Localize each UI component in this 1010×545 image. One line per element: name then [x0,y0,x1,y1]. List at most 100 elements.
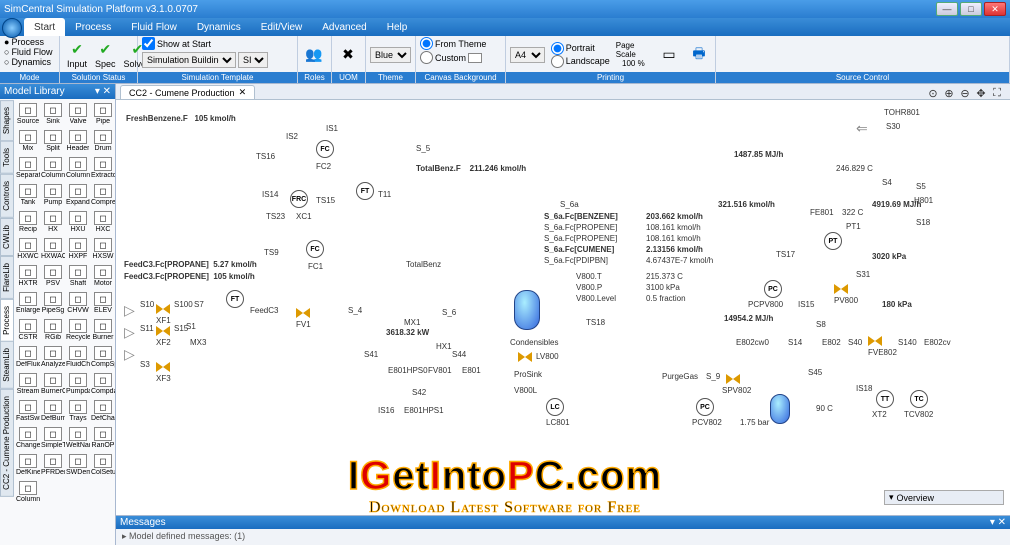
valve-xf1[interactable] [156,304,170,314]
ft-unit[interactable]: FT [226,290,244,308]
valve-spv802[interactable] [726,374,740,384]
libitem-expander[interactable]: ◻Expander [66,182,90,208]
libitem-hxsw[interactable]: ◻HXSW [91,236,115,262]
libitem-colsetup[interactable]: ◻ColSetup [91,452,115,478]
libitem-drum[interactable]: ◻Drum [91,128,115,154]
valve-pv800[interactable] [834,284,848,294]
tab-fluidflow[interactable]: Fluid Flow [121,18,187,36]
libitem-analyzer[interactable]: ◻Analyzer [41,344,65,370]
roles-button[interactable]: 👥 [302,45,326,65]
ft-unit2[interactable]: FT [356,182,374,200]
libitem-split[interactable]: ◻Split [41,128,65,154]
libitem-chvw[interactable]: ◻CHVW [66,290,90,316]
pc-unit[interactable]: PC [764,280,782,298]
libitem-sink[interactable]: ◻Sink [41,101,65,127]
libitem-simpletra[interactable]: ◻SimpleTra [41,425,65,451]
libitem-shaft[interactable]: ◻Shaft [66,263,90,289]
vtab-steamlib[interactable]: SteamLib [0,341,14,389]
libitem-hx[interactable]: ◻HX [41,209,65,235]
overview-panel[interactable]: ▾Overview [884,490,1004,505]
tab-advanced[interactable]: Advanced [312,18,376,36]
vtab-cwlib[interactable]: CWLib [0,218,14,256]
libitem-defkinetic[interactable]: ◻DefKinetic [16,452,40,478]
libitem-pump[interactable]: ◻Pump [41,182,65,208]
libitem-header[interactable]: ◻Header [66,128,90,154]
libitem-burner[interactable]: ◻Burner [91,317,115,343]
status-spec[interactable]: ✔Spec [92,39,119,70]
zoom-fit-icon[interactable]: ⊙ [926,86,940,100]
libitem-hxwac[interactable]: ◻HXWAC [41,236,65,262]
valve-fv1[interactable] [296,308,310,318]
libitem-column[interactable]: ◻Column [41,155,65,181]
frc-unit[interactable]: FRC [290,190,308,208]
libitem-hxpf[interactable]: ◻HXPF [66,236,90,262]
tab-start[interactable]: Start [24,18,65,36]
libitem-recip[interactable]: ◻Recip [16,209,40,235]
close-button[interactable]: ✕ [984,2,1006,16]
tab-help[interactable]: Help [377,18,418,36]
libitem-motor[interactable]: ◻Motor [91,263,115,289]
libitem-fastswitch[interactable]: ◻FastSwitch [16,398,40,424]
messages-pin-icon[interactable]: ▾ ✕ [990,517,1006,528]
libitem-hxwc[interactable]: ◻HXWC [16,236,40,262]
bg-custom[interactable]: Custom [420,51,482,64]
libitem-trays[interactable]: ◻Trays [66,398,90,424]
tt-unit[interactable]: TT [876,390,894,408]
libitem-hxu[interactable]: ◻HXU [66,209,90,235]
libitem-compdaemule[interactable]: ◻Compdaemule [91,371,115,397]
tab-dynamics[interactable]: Dynamics [187,18,251,36]
libitem-separator[interactable]: ◻Separator [16,155,40,181]
valve-lv800[interactable] [518,352,532,362]
valve-fve802[interactable] [868,336,882,346]
maximize-button[interactable]: □ [960,2,982,16]
libitem-extractor[interactable]: ◻Extractor [91,155,115,181]
paper-select[interactable]: A4 [510,47,545,63]
flowsheet-canvas[interactable]: FreshBenzene.F 105 kmol/h FeedC3.Fc[PROP… [116,100,1010,515]
libitem-enlarger[interactable]: ◻Enlarger [16,290,40,316]
libitem-columnsp[interactable]: ◻ColumnSp [16,479,40,505]
minimize-button[interactable]: — [936,2,958,16]
vtab-tools[interactable]: Tools [0,141,14,174]
orient-landscape[interactable]: Landscape [551,55,610,68]
libitem-pipesg[interactable]: ◻PipeSg [41,290,65,316]
libitem-cstr[interactable]: ◻CSTR [16,317,40,343]
uom-button[interactable]: ✖ [336,45,360,65]
libitem-columnpf[interactable]: ◻ColumnPF [66,155,90,181]
bg-from-theme[interactable]: From Theme [420,37,486,50]
valve-xf3[interactable] [156,362,170,372]
libitem-deffluid[interactable]: ◻DefFluid [16,344,40,370]
library-pin-icon[interactable]: ▾ ✕ [95,86,111,97]
show-at-start-checkbox[interactable]: Show at Start [142,37,211,50]
libitem-pfrdem[interactable]: ◻PFRDem [41,452,65,478]
chevron-down-icon[interactable]: ▾ [889,492,894,503]
vtab-controls[interactable]: Controls [0,174,14,218]
vtab-cc2[interactable]: CC2 - Cumene Production [0,389,14,497]
mode-fluidflow[interactable]: ○ Fluid Flow [4,47,52,57]
libitem-elev[interactable]: ◻ELEV [91,290,115,316]
libitem-rgib[interactable]: ◻RGib [41,317,65,343]
fc-unit[interactable]: FC [316,140,334,158]
libitem-pipe[interactable]: ◻Pipe [91,101,115,127]
theme-select[interactable]: Blue [370,47,411,63]
mode-process[interactable]: ● Process [4,37,44,47]
libitem-valve[interactable]: ◻Valve [66,101,90,127]
libitem-hxtr[interactable]: ◻HXTR [16,263,40,289]
tab-editview[interactable]: Edit/View [251,18,313,36]
fc-unit2[interactable]: FC [306,240,324,258]
vtab-shapes[interactable]: Shapes [0,100,14,141]
vtab-process[interactable]: Process [0,299,14,342]
libitem-pumpdaemule[interactable]: ◻Pumpdaemule [66,371,90,397]
vtab-flarelib[interactable]: FlareLib [0,256,14,299]
fullscreen-icon[interactable]: ⛶ [990,86,1004,100]
libitem-compsplit[interactable]: ◻CompSplit [91,344,115,370]
zoom-in-icon[interactable]: ⊕ [942,86,956,100]
status-input[interactable]: ✔Input [64,39,90,70]
print-preview-button[interactable]: ▭ [657,45,681,65]
libitem-hxc[interactable]: ◻HXC [91,209,115,235]
pt-unit[interactable]: PT [824,232,842,250]
libitem-compressor[interactable]: ◻Compressor [91,182,115,208]
libitem-weltnanor[interactable]: ◻WeltNanor [66,425,90,451]
libitem-stream[interactable]: ◻Stream [16,371,40,397]
template-si-select[interactable]: SI [238,52,268,68]
libitem-swdem[interactable]: ◻SWDem [66,452,90,478]
